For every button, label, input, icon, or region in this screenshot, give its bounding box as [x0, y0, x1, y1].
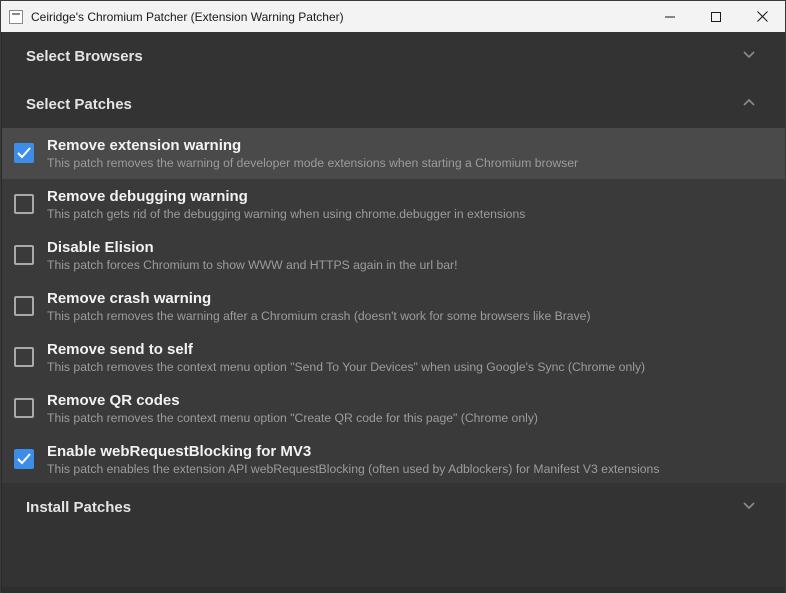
chevron-up-icon [743, 98, 755, 106]
checkmark-icon [17, 453, 31, 465]
chevron-down-icon [743, 502, 755, 510]
patch-checkbox[interactable] [14, 296, 34, 316]
patch-item[interactable]: Remove debugging warning This patch gets… [2, 179, 785, 230]
close-icon [756, 11, 768, 22]
minimize-icon [665, 16, 675, 17]
maximize-icon [711, 11, 721, 22]
patch-title: Remove debugging warning [47, 188, 248, 205]
app-window-icon [9, 9, 23, 24]
patch-checkbox[interactable] [14, 245, 34, 265]
patch-checkbox[interactable] [14, 347, 34, 367]
patch-checkbox[interactable] [14, 449, 34, 469]
patch-checkbox[interactable] [14, 143, 34, 163]
select-patches-header[interactable]: Select Patches [2, 80, 785, 128]
select-browsers-header[interactable]: Select Browsers [2, 32, 785, 80]
patch-title: Enable webRequestBlocking for MV3 [47, 443, 312, 460]
patch-item[interactable]: Enable webRequestBlocking for MV3 This p… [2, 434, 785, 485]
main-content: Select Browsers Select Patches Remove ex… [2, 32, 785, 593]
patch-item[interactable]: Remove send to self This patch removes t… [2, 332, 785, 383]
chevron-down-icon [743, 51, 755, 59]
patch-item[interactable]: Remove extension warning This patch remo… [2, 128, 785, 179]
status-strip [2, 587, 785, 593]
patch-description: This patch removes the context menu opti… [47, 360, 646, 374]
patch-checkbox[interactable] [14, 194, 34, 214]
install-patches-label: Install Patches [26, 498, 132, 516]
window-controls [647, 1, 785, 32]
minimize-button[interactable] [647, 1, 693, 32]
patch-title: Remove send to self [47, 341, 193, 358]
patch-title: Remove crash warning [47, 290, 212, 307]
patch-description: This patch forces Chromium to show WWW a… [47, 258, 458, 272]
patch-item[interactable]: Remove crash warning This patch removes … [2, 281, 785, 332]
patch-item[interactable]: Disable Elision This patch forces Chromi… [2, 230, 785, 281]
patch-description: This patch removes the warning of develo… [47, 156, 579, 170]
install-patches-header[interactable]: Install Patches [2, 483, 785, 531]
title-bar[interactable]: Ceiridge's Chromium Patcher (Extension W… [1, 1, 785, 32]
patch-description: This patch gets rid of the debugging war… [47, 207, 526, 221]
patch-description: This patch removes the context menu opti… [47, 411, 538, 425]
select-patches-label: Select Patches [26, 95, 132, 113]
patch-title: Disable Elision [47, 239, 154, 256]
patch-description: This patch removes the warning after a C… [47, 309, 591, 323]
window-title: Ceiridge's Chromium Patcher (Extension W… [31, 9, 344, 24]
patch-description: This patch enables the extension API web… [47, 462, 660, 476]
maximize-button[interactable] [693, 1, 739, 32]
close-button[interactable] [739, 1, 785, 32]
app-window: Ceiridge's Chromium Patcher (Extension W… [0, 0, 786, 593]
patch-title: Remove QR codes [47, 392, 180, 409]
patch-item[interactable]: Remove QR codes This patch removes the c… [2, 383, 785, 434]
patch-checkbox[interactable] [14, 398, 34, 418]
patch-title: Remove extension warning [47, 137, 242, 154]
checkmark-icon [17, 147, 31, 159]
select-browsers-label: Select Browsers [26, 47, 143, 65]
patch-list: Remove extension warning This patch remo… [2, 128, 785, 485]
